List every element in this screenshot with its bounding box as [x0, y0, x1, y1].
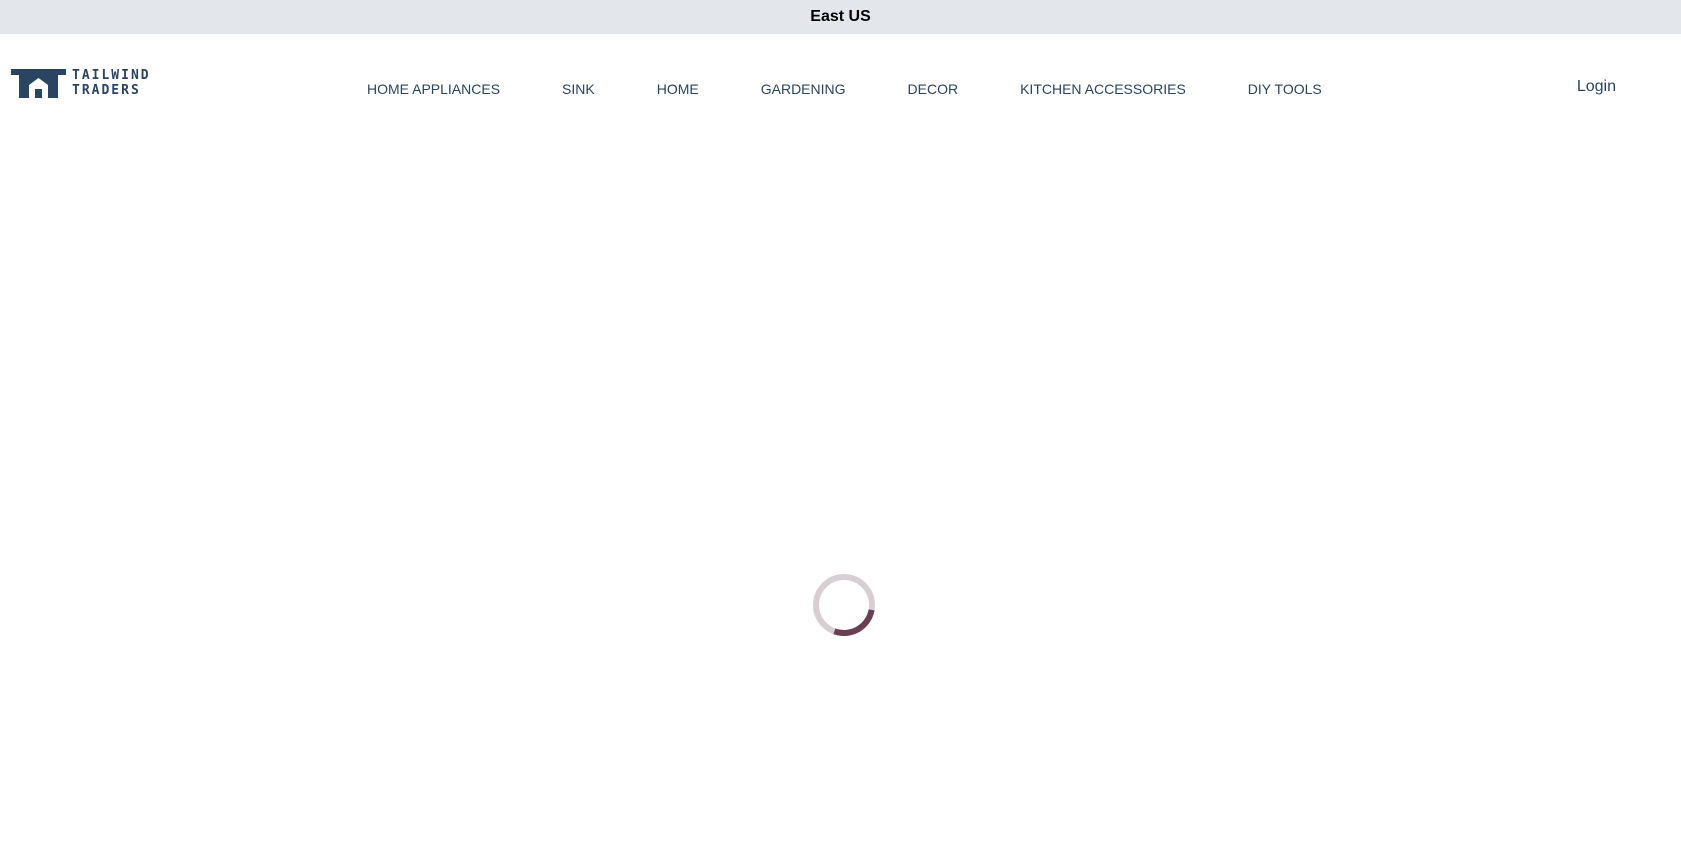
tailwind-traders-logo[interactable]: TAILWIND TRADERS [11, 68, 151, 98]
nav-item-kitchen-accessories[interactable]: KITCHEN ACCESSORIES [1020, 81, 1186, 97]
house-logo-icon [11, 68, 66, 98]
login-link[interactable]: Login [1577, 78, 1616, 96]
logo-line-2: TRADERS [72, 83, 141, 98]
region-label: East US [810, 8, 871, 25]
logo-line-1: TAILWIND [72, 68, 151, 83]
nav-item-home[interactable]: HOME [657, 81, 699, 97]
nav-item-diy-tools[interactable]: DIY TOOLS [1248, 81, 1322, 97]
region-bar: East US [0, 0, 1681, 34]
nav-item-decor[interactable]: DECOR [908, 81, 959, 97]
logo-wordmark: TAILWIND TRADERS [72, 68, 151, 98]
loading-spinner-icon [813, 574, 875, 636]
site-header: TAILWIND TRADERS HOME APPLIANCES SINK HO… [0, 34, 1681, 138]
main-navigation: HOME APPLIANCES SINK HOME GARDENING DECO… [367, 77, 1322, 101]
nav-item-sink[interactable]: SINK [562, 81, 595, 97]
nav-item-gardening[interactable]: GARDENING [761, 81, 846, 97]
nav-item-home-appliances[interactable]: HOME APPLIANCES [367, 81, 500, 97]
